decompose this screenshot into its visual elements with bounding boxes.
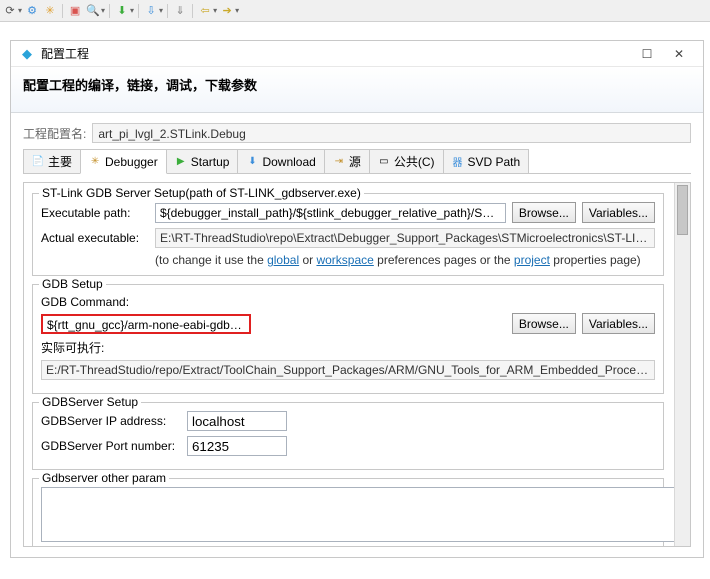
tab-download[interactable]: ⬇ Download xyxy=(237,149,324,173)
hint-text: preferences pages or the xyxy=(374,253,514,267)
play-icon: ▶ xyxy=(175,156,187,168)
tab-debugger[interactable]: ✳ Debugger xyxy=(80,149,167,174)
svd-icon: 器 xyxy=(452,156,464,168)
dropdown-icon[interactable]: ▾ xyxy=(213,6,217,15)
download-icon[interactable]: ⬇ xyxy=(114,3,130,19)
vertical-scrollbar[interactable] xyxy=(674,183,690,546)
browse-button[interactable]: Browse... xyxy=(512,313,576,334)
stlink-group: ST-Link GDB Server Setup(path of ST-LINK… xyxy=(32,193,664,276)
global-link[interactable]: global xyxy=(267,253,299,267)
tab-label: 公共(C) xyxy=(394,153,435,170)
doc-icon: 📄 xyxy=(32,156,44,168)
config-dialog: ◆ 配置工程 ☐ ✕ 配置工程的编译，链接，调试，下载参数 工程配置名: art… xyxy=(10,40,704,558)
scrollbar-thumb[interactable] xyxy=(677,185,688,235)
ide-toolbar: ⟳▾ ⚙ ✳ ▣ 🔍▾ ⬇▾ ⇩▾ ⇓ ⇦▾ ➔▾ xyxy=(0,0,710,22)
search-icon[interactable]: 🔍 xyxy=(85,3,101,19)
app-icon: ◆ xyxy=(19,46,35,62)
tab-content: ST-Link GDB Server Setup(path of ST-LINK… xyxy=(23,182,691,547)
gdb-group: GDB Setup GDB Command: ${rtt_gnu_gcc}/ar… xyxy=(32,284,664,394)
back-icon[interactable]: ⇦ xyxy=(197,3,213,19)
tab-startup[interactable]: ▶ Startup xyxy=(166,149,239,173)
other-param-textarea[interactable] xyxy=(41,487,686,542)
stlink-hint: (to change it use the global or workspac… xyxy=(41,253,655,267)
browse-button[interactable]: Browse... xyxy=(512,202,576,223)
exec-path-label: Executable path: xyxy=(41,206,149,220)
gdb-cmd-input[interactable]: ${rtt_gnu_gcc}/arm-none-eabi-gdb.exe xyxy=(41,314,251,334)
exec-path-input[interactable]: ${debugger_install_path}/${stlink_debugg… xyxy=(155,203,506,223)
forward-icon[interactable]: ➔ xyxy=(219,3,235,19)
port-input[interactable] xyxy=(187,436,287,456)
variables-button[interactable]: Variables... xyxy=(582,313,655,334)
actual-exec-label: Actual executable: xyxy=(41,231,149,245)
tab-label: 源 xyxy=(349,153,361,170)
dialog-header: 配置工程的编译，链接，调试，下载参数 xyxy=(11,67,703,113)
tab-label: SVD Path xyxy=(468,155,521,169)
gdb-legend: GDB Setup xyxy=(39,277,106,291)
tab-bar: 📄主要 ✳Debugger ▶Startup ⬇Download ⇥源 ▭公共(… xyxy=(23,149,691,174)
gdbserver-legend: GDBServer Setup xyxy=(39,395,141,409)
tab-main[interactable]: 📄 主要 xyxy=(23,149,81,173)
config-name-field: art_pi_lvgl_2.STLink.Debug xyxy=(92,123,691,143)
actual-exec-value: E:\RT-ThreadStudio\repo\Extract\Debugger… xyxy=(155,228,655,248)
other-param-legend: Gdbserver other param xyxy=(39,471,169,485)
common-icon: ▭ xyxy=(378,156,390,168)
gdb-actual-label: 实际可执行: xyxy=(41,339,655,356)
tab-label: Debugger xyxy=(105,155,158,169)
download2-icon[interactable]: ⇩ xyxy=(143,3,159,19)
ip-input[interactable] xyxy=(187,411,287,431)
port-label: GDBServer Port number: xyxy=(41,439,181,453)
gdb-cmd-label: GDB Command: xyxy=(41,295,655,309)
dialog-titlebar: ◆ 配置工程 ☐ ✕ xyxy=(11,41,703,67)
dialog-header-text: 配置工程的编译，链接，调试，下载参数 xyxy=(23,75,691,94)
maximize-button[interactable]: ☐ xyxy=(631,44,663,64)
workspace-link[interactable]: workspace xyxy=(316,253,373,267)
bug-icon: ✳ xyxy=(89,156,101,168)
dropdown-icon[interactable]: ▾ xyxy=(159,6,163,15)
tab-label: 主要 xyxy=(48,153,72,170)
dropdown-icon[interactable]: ▾ xyxy=(130,6,134,15)
download3-icon[interactable]: ⇓ xyxy=(172,3,188,19)
bug-icon[interactable]: ✳ xyxy=(42,3,58,19)
gdb-actual-value: E:/RT-ThreadStudio/repo/Extract/ToolChai… xyxy=(41,360,655,380)
close-button[interactable]: ✕ xyxy=(663,44,695,64)
gear-icon[interactable]: ⚙ xyxy=(24,3,40,19)
hint-text: or xyxy=(299,253,316,267)
dropdown-icon[interactable]: ▾ xyxy=(18,6,22,15)
stop-icon[interactable]: ▣ xyxy=(67,3,83,19)
gdbserver-group: GDBServer Setup GDBServer IP address: GD… xyxy=(32,402,664,470)
tab-label: Download xyxy=(262,155,315,169)
other-param-group: Gdbserver other param xyxy=(32,478,664,547)
ip-label: GDBServer IP address: xyxy=(41,414,181,428)
stlink-legend: ST-Link GDB Server Setup(path of ST-LINK… xyxy=(39,186,364,200)
config-name-row: 工程配置名: art_pi_lvgl_2.STLink.Debug xyxy=(23,123,691,143)
hint-text: (to change it use the xyxy=(155,253,267,267)
tab-common[interactable]: ▭ 公共(C) xyxy=(369,149,444,173)
config-name-label: 工程配置名: xyxy=(23,125,86,142)
source-icon: ⇥ xyxy=(333,156,345,168)
dialog-title: 配置工程 xyxy=(41,45,89,62)
tab-svd[interactable]: 器 SVD Path xyxy=(443,149,530,173)
project-link[interactable]: project xyxy=(514,253,550,267)
dropdown-icon[interactable]: ▾ xyxy=(235,6,239,15)
variables-button[interactable]: Variables... xyxy=(582,202,655,223)
download-icon: ⬇ xyxy=(246,156,258,168)
tab-label: Startup xyxy=(191,155,230,169)
tab-source[interactable]: ⇥源 xyxy=(324,149,370,173)
hint-text: properties page) xyxy=(550,253,641,267)
run-icon[interactable]: ⟳ xyxy=(2,3,18,19)
dropdown-icon[interactable]: ▾ xyxy=(101,6,105,15)
